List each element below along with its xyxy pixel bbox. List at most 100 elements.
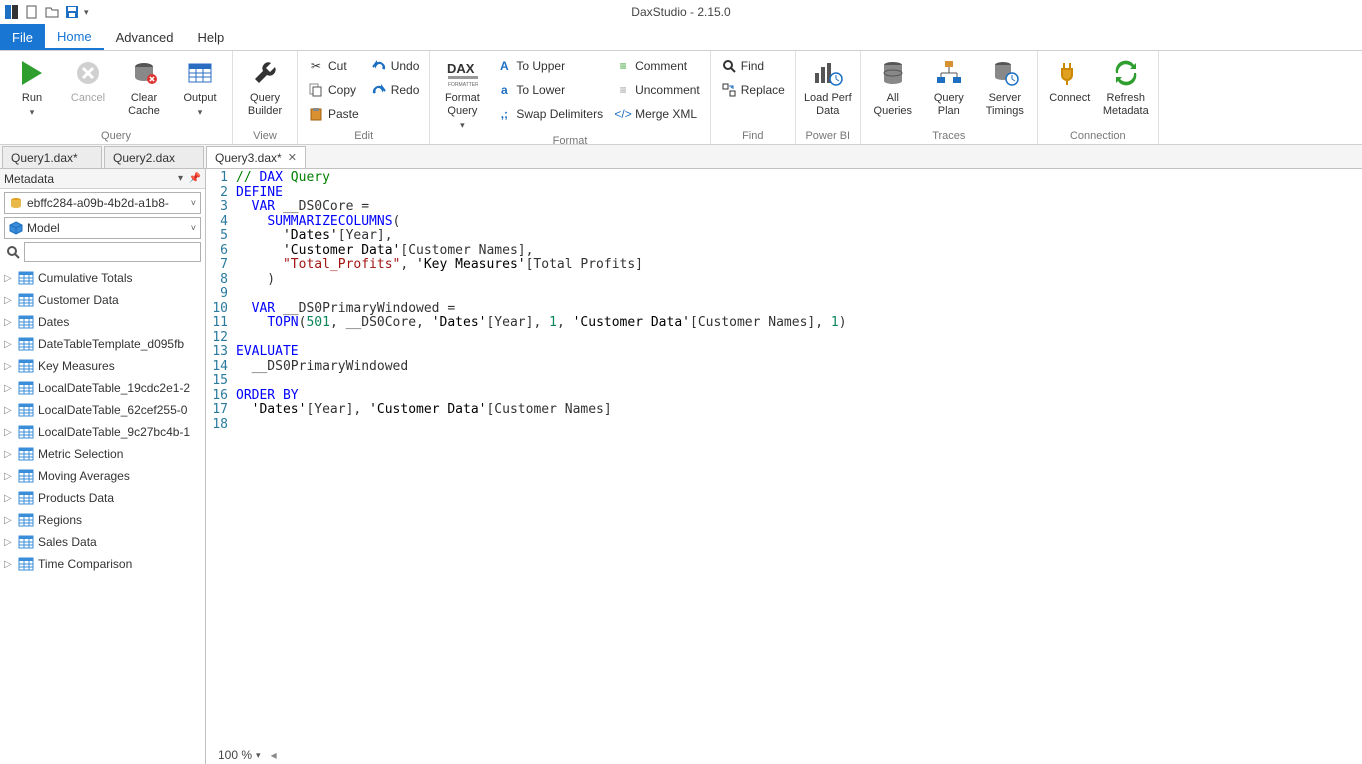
swap-delimiters-button[interactable]: ,;Swap Delimiters (492, 103, 607, 125)
line-gutter: 123456789101112131415161718 (206, 171, 232, 764)
cut-button[interactable]: ✂Cut (304, 55, 363, 77)
table-tree-item[interactable]: ▷Regions (0, 509, 205, 531)
chevron-right-icon: ▷ (4, 559, 14, 570)
chevron-right-icon: ▷ (4, 537, 14, 548)
comment-icon: ≡ (615, 58, 631, 74)
table-tree-item[interactable]: ▷Cumulative Totals (0, 267, 205, 289)
quick-access-toolbar: ▾ (0, 4, 89, 20)
paste-button[interactable]: Paste (304, 103, 363, 125)
table-name: Customer Data (38, 293, 119, 307)
replace-button[interactable]: Replace (717, 79, 789, 101)
query-plan-button[interactable]: Query Plan (923, 55, 975, 120)
refresh-metadata-button[interactable]: Refresh Metadata (1100, 55, 1152, 120)
server-timings-button[interactable]: Server Timings (979, 55, 1031, 120)
copy-button[interactable]: Copy (304, 79, 363, 101)
query-builder-button[interactable]: Query Builder (239, 55, 291, 120)
open-icon[interactable] (44, 4, 60, 20)
menu-advanced[interactable]: Advanced (104, 24, 186, 50)
table-name: Key Measures (38, 359, 115, 373)
database-dropdown[interactable]: ebffc284-a09b-4b2d-a1b8- ˅ (4, 192, 201, 214)
find-button[interactable]: Find (717, 55, 789, 77)
run-button[interactable]: Run ▾ (6, 55, 58, 121)
chevron-right-icon: ▷ (4, 493, 14, 504)
ribbon-group-format: DAXFORMATTER Format Query ▾ ATo Upper aT… (430, 51, 710, 144)
table-tree-item[interactable]: ▷LocalDateTable_19cdc2e1-2 (0, 377, 205, 399)
chevron-right-icon: ▷ (4, 339, 14, 350)
table-tree-item[interactable]: ▷Metric Selection (0, 443, 205, 465)
table-icon (18, 293, 34, 307)
to-upper-button[interactable]: ATo Upper (492, 55, 607, 77)
redo-button[interactable]: Redo (367, 79, 424, 101)
svg-text:DAX: DAX (447, 61, 475, 76)
ribbon-group-connection: Connect Refresh Metadata Connection (1038, 51, 1159, 144)
document-tab-label: Query3.dax* (215, 151, 282, 165)
table-tree-item[interactable]: ▷LocalDateTable_9c27bc4b-1 (0, 421, 205, 443)
panel-controls[interactable]: ▾ 📌 (178, 173, 201, 184)
chevron-right-icon: ▷ (4, 427, 14, 438)
clear-cache-icon (128, 57, 160, 89)
output-button[interactable]: Output ▾ (174, 55, 226, 121)
metadata-panel: Metadata ▾ 📌 ebffc284-a09b-4b2d-a1b8- ˅ … (0, 169, 206, 764)
dropdown-icon: ▾ (30, 106, 35, 119)
table-name: Time Comparison (38, 557, 132, 571)
code-editor[interactable]: 123456789101112131415161718 // DAX Query… (206, 169, 1362, 764)
clear-cache-button[interactable]: Clear Cache (118, 55, 170, 120)
table-tree-item[interactable]: ▷ Customer Data (0, 289, 205, 311)
scroll-left-icon[interactable]: ◂ (271, 748, 277, 762)
chevron-right-icon: ▷ (4, 273, 14, 284)
chevron-down-icon: ˅ (191, 223, 196, 233)
connect-button[interactable]: Connect (1044, 55, 1096, 107)
model-dropdown[interactable]: Model ˅ (4, 217, 201, 239)
menu-file[interactable]: File (0, 24, 45, 50)
chevron-down-icon: ˅ (191, 198, 196, 208)
table-icon (18, 513, 34, 527)
merge-xml-button[interactable]: </>Merge XML (611, 103, 704, 125)
document-tab-label: Query2.dax (113, 151, 175, 165)
table-tree-item[interactable]: ▷Moving Averages (0, 465, 205, 487)
close-icon[interactable]: ✕ (288, 151, 297, 164)
metadata-search-input[interactable] (24, 242, 201, 262)
uncomment-icon: ≡ (615, 82, 631, 98)
qat-dropdown-icon[interactable]: ▾ (84, 7, 89, 18)
table-icon (18, 469, 34, 483)
swap-icon: ,; (496, 106, 512, 122)
table-name: LocalDateTable_62cef255-0 (38, 403, 187, 417)
load-perf-data-button[interactable]: Load Perf Data (802, 55, 854, 120)
table-name: Sales Data (38, 535, 97, 549)
format-query-button[interactable]: DAXFORMATTER Format Query ▾ (436, 55, 488, 134)
code-content[interactable]: // DAX QueryDEFINE VAR __DS0Core = SUMMA… (232, 171, 1362, 764)
zoom-indicator[interactable]: 100 % ▾ ◂ (218, 748, 277, 762)
table-tree-item[interactable]: ▷ Key Measures (0, 355, 205, 377)
save-icon[interactable] (64, 4, 80, 20)
table-icon (18, 403, 34, 417)
table-tree-item[interactable]: ▷ LocalDateTable_62cef255-0 (0, 399, 205, 421)
new-icon[interactable] (24, 4, 40, 20)
uncomment-button[interactable]: ≡Uncomment (611, 79, 704, 101)
ribbon-group-traces: All Queries Query Plan Server Timings Tr… (861, 51, 1038, 144)
chevron-right-icon: ▷ (4, 295, 14, 306)
menu-help[interactable]: Help (185, 24, 236, 50)
chevron-right-icon: ▷ (4, 515, 14, 526)
to-lower-button[interactable]: aTo Lower (492, 79, 607, 101)
document-tab[interactable]: Query3.dax* ✕ (206, 146, 306, 168)
menu-home[interactable]: Home (45, 24, 104, 50)
table-icon (18, 535, 34, 549)
table-tree-item[interactable]: ▷DateTableTemplate_d095fb (0, 333, 205, 355)
cube-icon (9, 221, 23, 235)
comment-button[interactable]: ≡Comment (611, 55, 704, 77)
document-tab[interactable]: Query2.dax (104, 146, 204, 168)
table-name: Dates (38, 315, 69, 329)
chevron-right-icon: ▷ (4, 405, 14, 416)
refresh-icon (1110, 57, 1142, 89)
chevron-right-icon: ▷ (4, 361, 14, 372)
table-tree-item[interactable]: ▷ Sales Data (0, 531, 205, 553)
all-queries-button[interactable]: All Queries (867, 55, 919, 120)
table-icon (18, 447, 34, 461)
cancel-button[interactable]: Cancel (62, 55, 114, 107)
ribbon-group-edit: ✂Cut Copy Paste Undo Redo Edit (298, 51, 430, 144)
table-tree-item[interactable]: ▷Products Data (0, 487, 205, 509)
table-tree-item[interactable]: ▷ Time Comparison (0, 553, 205, 575)
table-tree-item[interactable]: ▷Dates (0, 311, 205, 333)
undo-button[interactable]: Undo (367, 55, 424, 77)
document-tab[interactable]: Query1.dax* (2, 146, 102, 168)
